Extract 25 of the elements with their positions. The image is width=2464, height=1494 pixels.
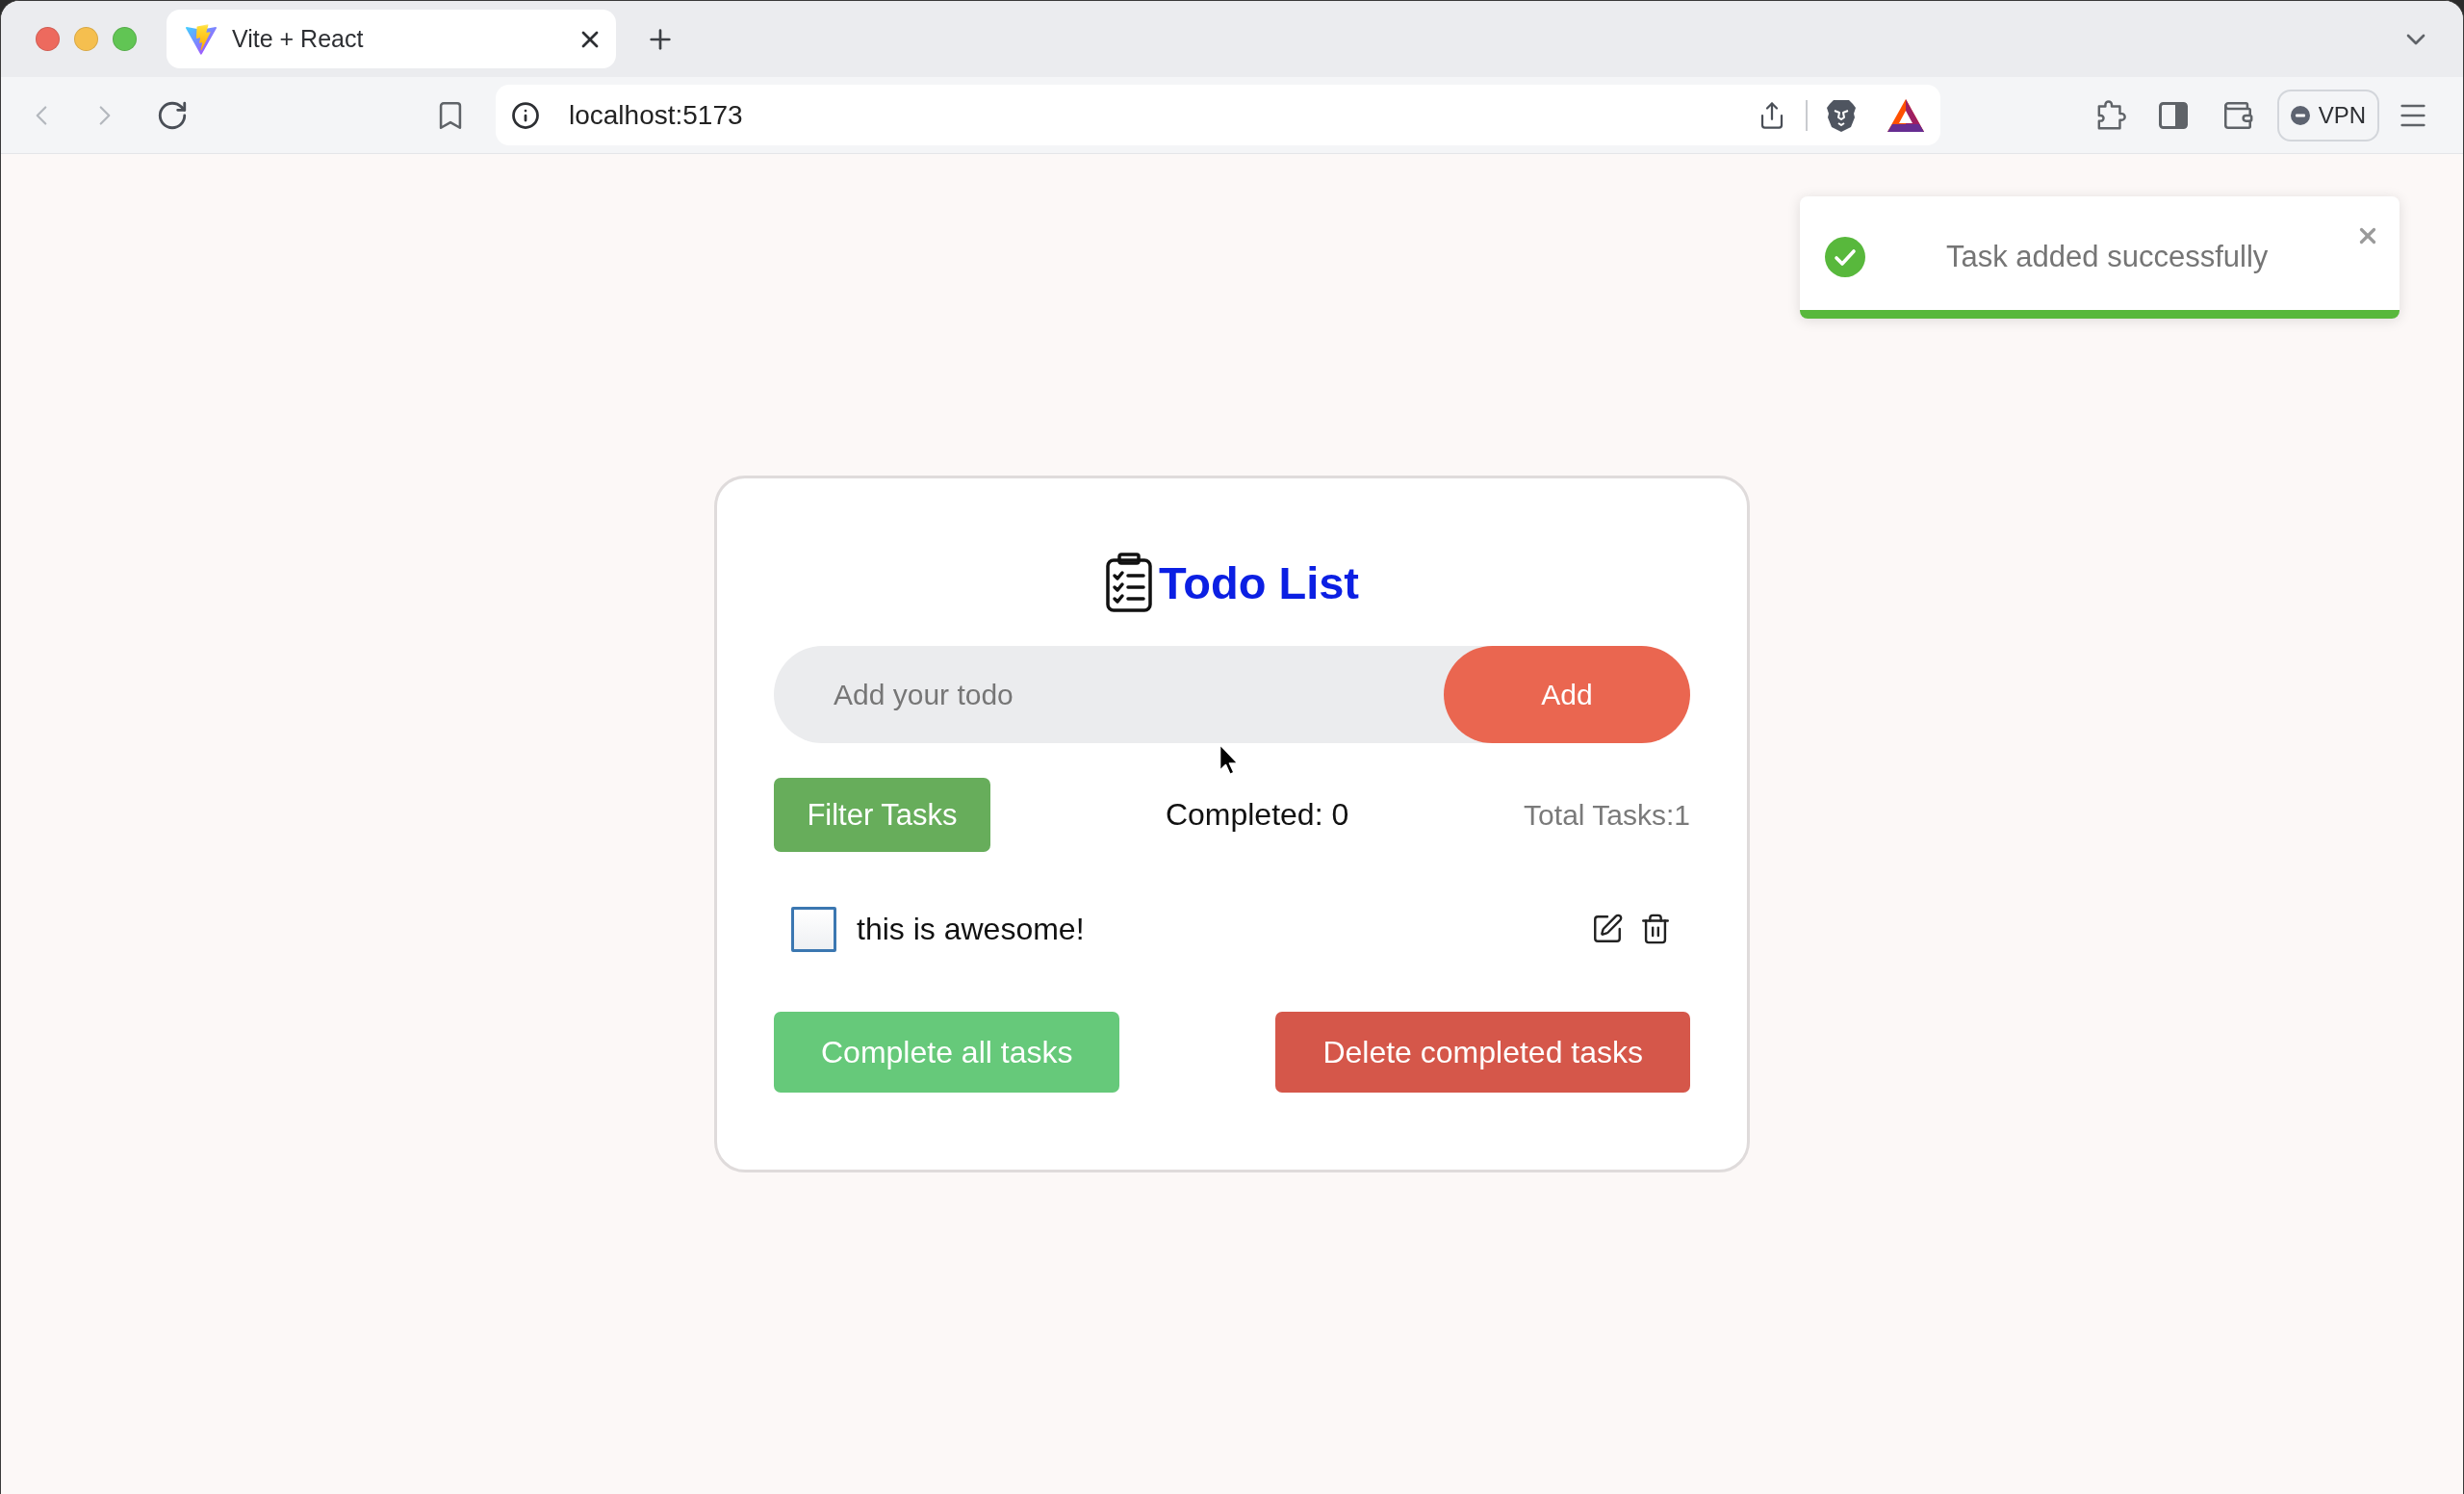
task-text: this is awesome!	[857, 911, 1085, 947]
vpn-button[interactable]: VPN	[2277, 89, 2379, 142]
triangle-logo-icon[interactable]	[1887, 98, 1924, 132]
complete-button[interactable]: Complete all tasks	[774, 1012, 1120, 1093]
toast-message: Task added successfully	[1946, 240, 2270, 274]
window-close-button[interactable]	[36, 27, 60, 51]
browser-tab[interactable]: Vite + React	[167, 10, 616, 68]
check-circle-icon	[1825, 237, 1865, 277]
lion-shield-icon[interactable]	[1827, 98, 1856, 132]
total-count: Total Tasks:1	[1524, 798, 1690, 832]
clipboard-checklist-icon	[1105, 553, 1153, 612]
add-button[interactable]: Add	[1444, 646, 1690, 743]
puzzle-icon[interactable]	[2096, 99, 2127, 131]
task-checkbox[interactable]	[791, 906, 836, 952]
site-logo-icon	[185, 22, 218, 56]
filter-tasks-button[interactable]: Filter Tasks	[774, 778, 990, 852]
address-field[interactable]: localhost:5173	[496, 85, 1940, 145]
info-icon[interactable]	[511, 100, 540, 130]
trash-icon[interactable]	[1639, 913, 1672, 945]
vpn-status-icon	[2290, 105, 2310, 125]
delete-button[interactable]: Delete completed tasks	[1275, 1012, 1690, 1093]
edit-icon[interactable]	[1591, 913, 1624, 945]
app-title: Todo List	[1159, 559, 1359, 605]
sidebar-icon[interactable]	[2159, 101, 2188, 129]
completed-count: Completed: 0	[1165, 797, 1349, 833]
